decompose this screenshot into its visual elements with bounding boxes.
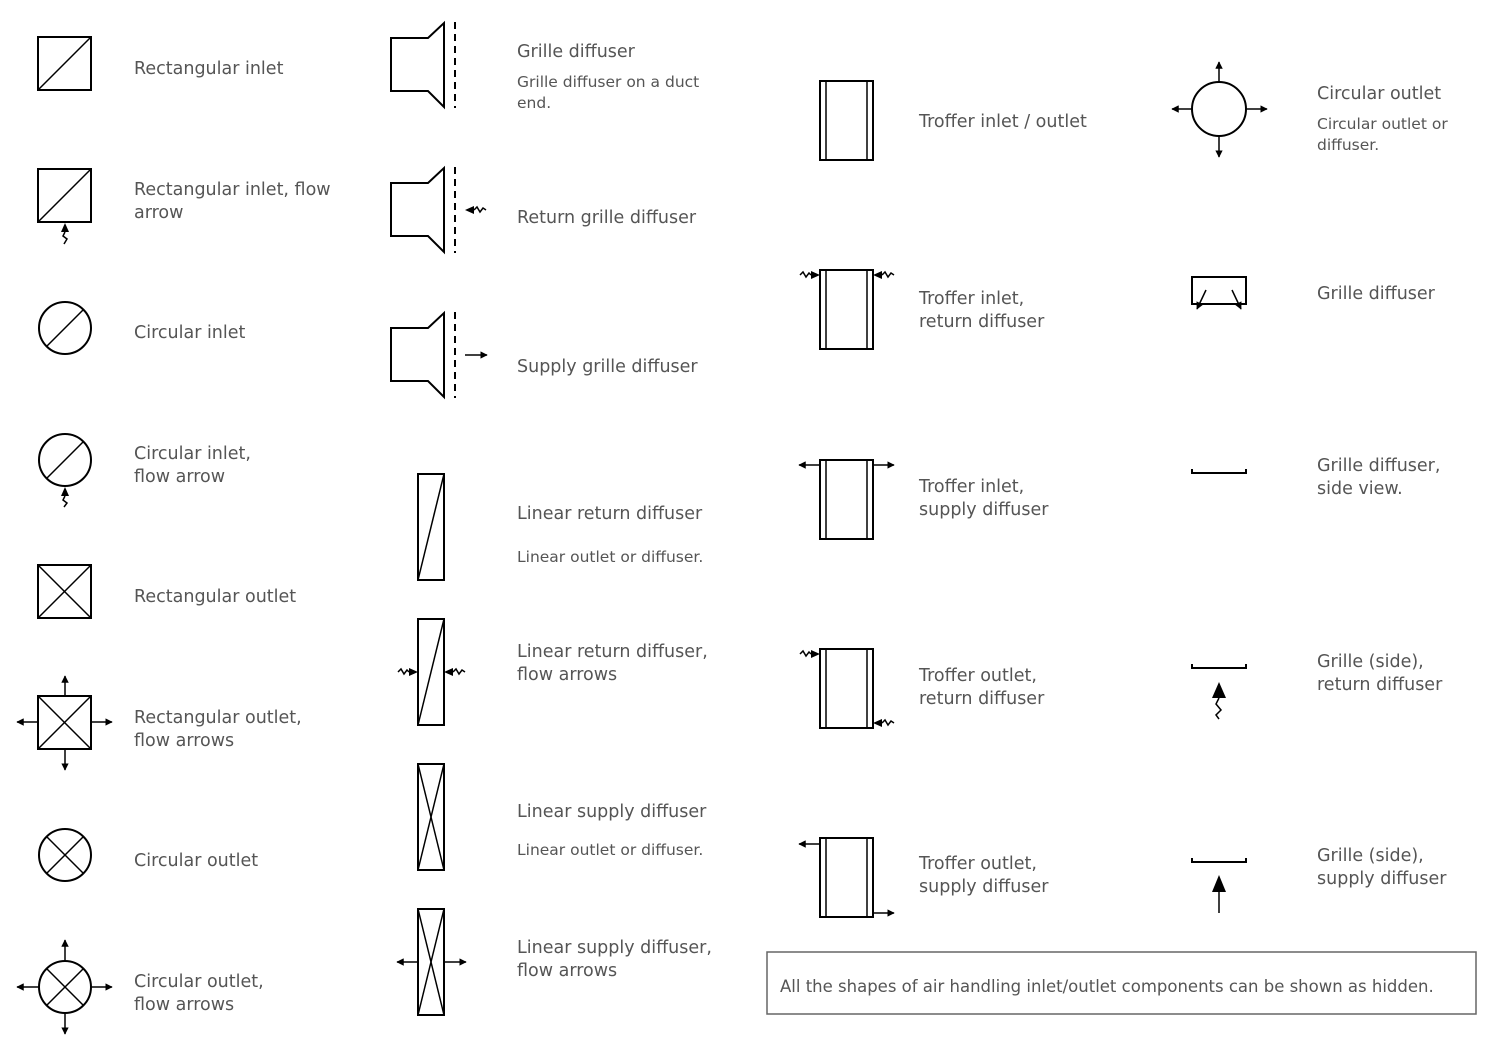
label-linear-return-diffuser: Linear return diffuser	[517, 504, 703, 524]
return-grille-diffuser-icon	[390, 165, 487, 255]
linear-supply-diffuser-icon	[417, 763, 445, 871]
troffer-inlet-return-icon	[799, 269, 895, 350]
rectangular-inlet-icon	[37, 36, 92, 91]
label-troffer-outlet-return: Troffer outlet, return diffuser	[918, 666, 1045, 709]
label-grille-side-return: Grille (side), return diffuser	[1317, 652, 1443, 695]
label-grille-diffuser-duct-end: Grille diffuser	[517, 42, 636, 62]
label-circular-inlet: Circular inlet	[134, 323, 246, 343]
label-troffer-inlet-outlet: Troffer inlet / outlet	[918, 112, 1087, 132]
desc-linear-return-diffuser: Linear outlet or diffuser.	[517, 548, 703, 566]
label-circular-outlet-diffuser: Circular outlet	[1317, 84, 1441, 104]
label-grille-diffuser-side: Grille diffuser, side view.	[1317, 456, 1446, 499]
desc-circular-outlet-diffuser: Circular outlet or diffuser.	[1317, 115, 1453, 154]
desc-grille-diffuser-duct-end: Grille diffuser on a duct end.	[517, 73, 704, 112]
label-linear-return-diffuser-flow-arrows: Linear return diffuser, flow arrows	[517, 642, 713, 685]
grille-diffuser-side-icon	[1191, 469, 1247, 474]
label-rectangular-outlet-flow-arrows: Rectangular outlet, flow arrows	[134, 708, 307, 751]
circular-inlet-flow-arrow-icon	[38, 433, 92, 508]
grille-side-return-icon	[1191, 664, 1247, 720]
grille-diffuser-duct-end-icon	[390, 20, 456, 110]
label-rectangular-inlet: Rectangular inlet	[134, 59, 284, 79]
circular-outlet-flow-arrows-icon	[16, 939, 113, 1035]
circular-outlet-diffuser-icon	[1171, 61, 1268, 158]
label-troffer-inlet-supply: Troffer inlet, supply diffuser	[918, 477, 1049, 520]
label-troffer-outlet-supply: Troffer outlet, supply diffuser	[918, 854, 1049, 897]
label-circular-outlet: Circular outlet	[134, 851, 258, 871]
circular-inlet-icon	[38, 301, 92, 355]
grille-side-supply-icon	[1191, 858, 1247, 913]
label-supply-grille-diffuser: Supply grille diffuser	[517, 357, 698, 377]
label-grille-side-supply: Grille (side), supply diffuser	[1317, 846, 1447, 889]
circular-outlet-icon	[38, 828, 92, 882]
label-linear-supply-diffuser-flow-arrows: Linear supply diffuser, flow arrows	[517, 938, 718, 981]
label-rectangular-outlet: Rectangular outlet	[134, 587, 296, 607]
symbol-legend-canvas: Rectangular inlet Rectangular inlet, flo…	[16, 20, 1477, 1035]
linear-supply-diffuser-flow-arrows-icon	[396, 908, 467, 1016]
label-return-grille-diffuser: Return grille diffuser	[517, 208, 697, 228]
hidden-shapes-note: All the shapes of air handling inlet/out…	[766, 951, 1477, 1015]
troffer-outlet-supply-icon	[798, 837, 895, 918]
label-rectangular-inlet-flow-arrow: Rectangular inlet, flow arrow	[134, 180, 336, 223]
supply-grille-diffuser-icon	[390, 310, 488, 400]
rectangular-outlet-icon	[37, 564, 92, 619]
label-circular-inlet-flow-arrow: Circular inlet, flow arrow	[134, 444, 257, 487]
label-linear-supply-diffuser: Linear supply diffuser	[517, 802, 707, 822]
linear-return-diffuser-flow-arrows-icon	[397, 618, 466, 726]
label-troffer-inlet-return: Troffer inlet, return diffuser	[918, 289, 1045, 332]
grille-diffuser-icon	[1191, 276, 1247, 310]
linear-return-diffuser-icon	[417, 473, 445, 581]
troffer-inlet-supply-icon	[798, 459, 895, 540]
troffer-outlet-return-icon	[799, 648, 895, 729]
troffer-inlet-outlet-icon	[819, 80, 874, 161]
label-grille-diffuser: Grille diffuser	[1317, 284, 1436, 304]
note-text: All the shapes of air handling inlet/out…	[780, 977, 1434, 996]
rectangular-inlet-flow-arrow-icon	[37, 168, 92, 245]
desc-linear-supply-diffuser: Linear outlet or diffuser.	[517, 841, 703, 859]
rectangular-outlet-flow-arrows-icon	[16, 675, 113, 771]
label-circular-outlet-flow-arrows: Circular outlet, flow arrows	[134, 972, 269, 1015]
